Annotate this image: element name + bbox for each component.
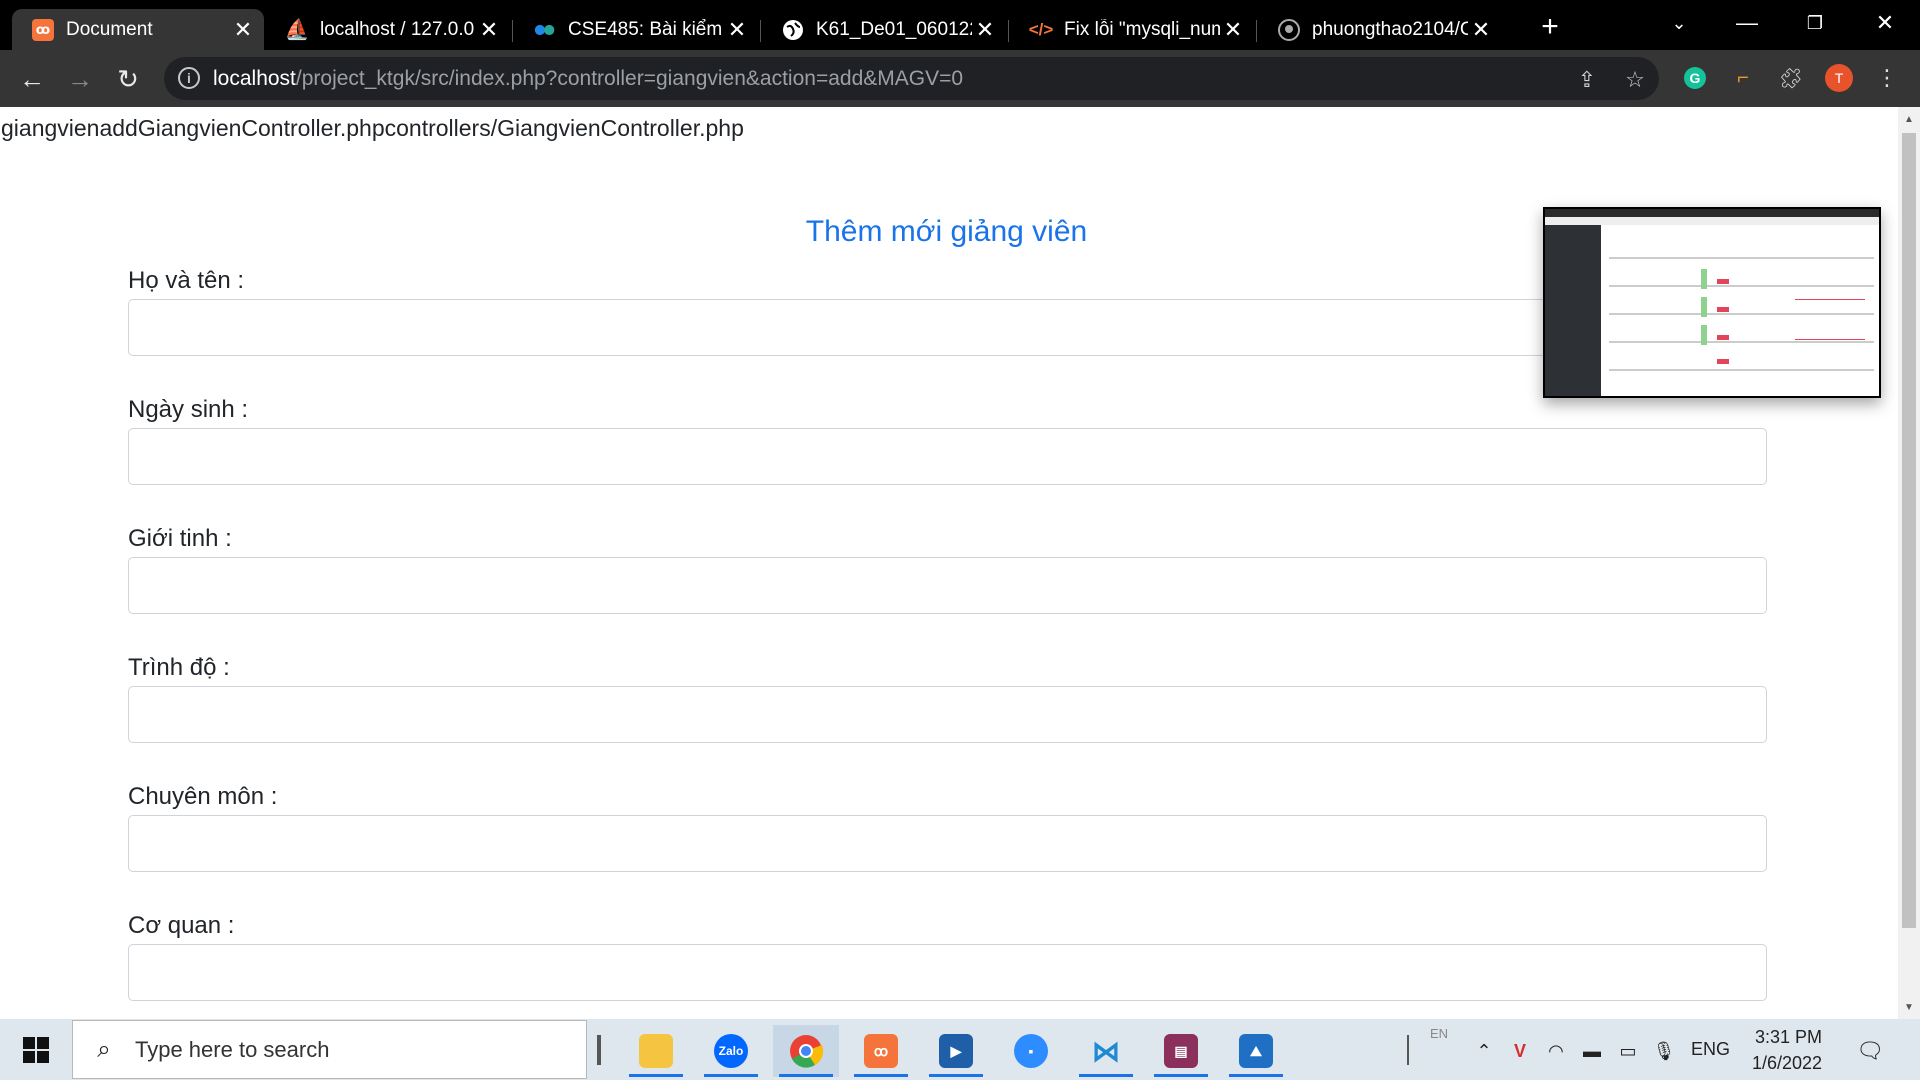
tab-title: Fix lỗi "mysqli_num: [1064, 18, 1220, 40]
tab-fix-mysqli[interactable]: </> Fix lỗi "mysqli_num ✕: [1010, 9, 1254, 50]
xampp-icon[interactable]: ꝏ: [848, 1025, 914, 1077]
specialty-input[interactable]: [128, 815, 1767, 872]
gender-label: Giới tinh :: [128, 525, 232, 552]
task-view-divider: [597, 1035, 601, 1065]
page-content: giangvienaddGiangvienController.phpcontr…: [0, 107, 1898, 1019]
tab-strip: ꝏ Document ✕ ⛵ localhost / 127.0.0.1 ✕ C…: [0, 0, 1920, 50]
tab-title: CSE485: Bài kiểm tr: [568, 18, 724, 40]
photos-icon[interactable]: ⛰: [1223, 1025, 1289, 1077]
url-path: /project_ktgk/src/index.php?controller=g…: [295, 67, 964, 90]
close-window-button[interactable]: ✕: [1862, 6, 1908, 40]
organization-label: Cơ quan :: [128, 912, 235, 939]
svg-text:G: G: [1690, 70, 1701, 86]
tray-divider: [1407, 1035, 1409, 1065]
reload-button[interactable]: ↻: [110, 61, 146, 97]
restore-button[interactable]: ❐: [1792, 6, 1838, 40]
address-bar[interactable]: i localhost/project_ktgk/src/index.php?c…: [164, 57, 1659, 100]
vietkey-icon[interactable]: V: [1508, 1039, 1532, 1063]
display-icon[interactable]: ▭: [1616, 1039, 1640, 1063]
close-icon[interactable]: ✕: [230, 17, 256, 43]
search-placeholder: Type here to search: [135, 1036, 330, 1062]
degree-label: Trình độ :: [128, 654, 230, 681]
taskbar-search[interactable]: ⌕ Type here to search: [72, 1020, 587, 1079]
wifi-icon[interactable]: ◠: [1544, 1039, 1568, 1063]
ime-indicator[interactable]: EN: [1430, 1026, 1448, 1041]
clock-time[interactable]: 3:31 PM: [1755, 1027, 1822, 1048]
birthdate-label: Ngày sinh :: [128, 396, 249, 423]
phpmyadmin-icon: ⛵: [284, 19, 310, 41]
scroll-thumb[interactable]: [1902, 133, 1916, 928]
forward-button[interactable]: →: [62, 61, 98, 97]
birthdate-input[interactable]: [128, 428, 1767, 485]
tab-title: K61_De01_060122.p: [816, 18, 972, 40]
notification-icon[interactable]: 🗨︎: [1856, 1038, 1884, 1063]
chrome-icon[interactable]: [773, 1025, 839, 1077]
back-button[interactable]: ←: [14, 61, 50, 97]
puzzle-icon[interactable]: 🧩︎: [1777, 64, 1805, 92]
code-icon: </>: [1028, 19, 1054, 39]
tab-document[interactable]: ꝏ Document ✕: [12, 9, 264, 50]
fullname-input[interactable]: [128, 299, 1767, 356]
dots-icon: [534, 19, 556, 41]
tab-k61[interactable]: K61_De01_060122.p ✕: [762, 9, 1006, 50]
profile-avatar[interactable]: T: [1825, 64, 1853, 92]
windows-start-button[interactable]: [12, 1033, 60, 1067]
xampp-icon: ꝏ: [32, 18, 54, 41]
tab-search-icon[interactable]: ⌄: [1656, 6, 1702, 40]
screenshot-preview-thumbnail[interactable]: [1543, 207, 1881, 398]
vscode-icon[interactable]: ⋈: [1073, 1025, 1139, 1077]
minimize-button[interactable]: —: [1724, 6, 1770, 40]
close-icon[interactable]: ✕: [724, 17, 750, 43]
grammarly-icon[interactable]: G: [1681, 64, 1709, 92]
battery-icon[interactable]: ▬: [1580, 1039, 1604, 1063]
close-icon[interactable]: ✕: [476, 17, 502, 43]
specialty-label: Chuyên môn :: [128, 783, 278, 810]
gender-input[interactable]: [128, 557, 1767, 614]
winrar-icon[interactable]: ▤: [1148, 1025, 1214, 1077]
bookmark-star-icon[interactable]: ☆: [1622, 67, 1648, 93]
page-scrollbar[interactable]: ▲ ▼: [1898, 107, 1920, 1019]
windows-logo-icon: [23, 1037, 49, 1063]
microphone-icon[interactable]: 🎙︎: [1652, 1039, 1676, 1063]
file-explorer-icon[interactable]: [623, 1025, 689, 1077]
organization-input[interactable]: [128, 944, 1767, 1001]
fullname-label: Họ và tên :: [128, 267, 245, 294]
share-icon[interactable]: ⇪: [1574, 67, 1600, 93]
extension-icon[interactable]: ⌐: [1729, 64, 1757, 92]
close-icon[interactable]: ✕: [972, 17, 998, 43]
zalo-icon[interactable]: Zalo: [698, 1025, 764, 1077]
tab-cse485[interactable]: CSE485: Bài kiểm tr ✕: [514, 9, 758, 50]
tab-title: Document: [66, 18, 153, 40]
github-icon: [1278, 18, 1300, 41]
close-icon[interactable]: ✕: [1468, 17, 1494, 43]
globe-icon: [782, 19, 804, 41]
windows-taskbar: ⌕ Type here to search Zalo ꝏ ▶ ▪ ⋈ ▤ ⛰ E…: [0, 1019, 1920, 1080]
clock-date[interactable]: 1/6/2022: [1752, 1053, 1822, 1074]
new-tab-button[interactable]: +: [1533, 10, 1567, 44]
tab-title: localhost / 127.0.0.1: [320, 18, 476, 40]
zoom-icon[interactable]: ▪: [998, 1025, 1064, 1077]
tab-phpmyadmin[interactable]: ⛵ localhost / 127.0.0.1 ✕: [266, 9, 510, 50]
language-indicator[interactable]: ENG: [1691, 1039, 1730, 1060]
degree-input[interactable]: [128, 686, 1767, 743]
scroll-down-icon[interactable]: ▼: [1903, 1001, 1915, 1013]
info-icon[interactable]: i: [178, 67, 200, 89]
url-host: localhost: [213, 67, 296, 90]
search-icon: ⌕: [97, 1035, 111, 1063]
menu-icon[interactable]: ⋮: [1873, 64, 1901, 92]
browser-toolbar: ← → ↻ i localhost/project_ktgk/src/index…: [0, 50, 1920, 107]
tab-github[interactable]: phuongthao2104/C ✕: [1258, 9, 1502, 50]
scroll-up-icon[interactable]: ▲: [1903, 113, 1915, 125]
media-player-icon[interactable]: ▶: [923, 1025, 989, 1077]
profile-initial: T: [1835, 70, 1844, 86]
debug-output: giangvienaddGiangvienController.phpcontr…: [1, 115, 744, 141]
chevron-up-icon[interactable]: ⌃: [1472, 1039, 1496, 1063]
url-text[interactable]: localhost/project_ktgk/src/index.php?con…: [213, 67, 963, 91]
close-icon[interactable]: ✕: [1220, 17, 1246, 43]
tab-title: phuongthao2104/C: [1312, 18, 1468, 40]
